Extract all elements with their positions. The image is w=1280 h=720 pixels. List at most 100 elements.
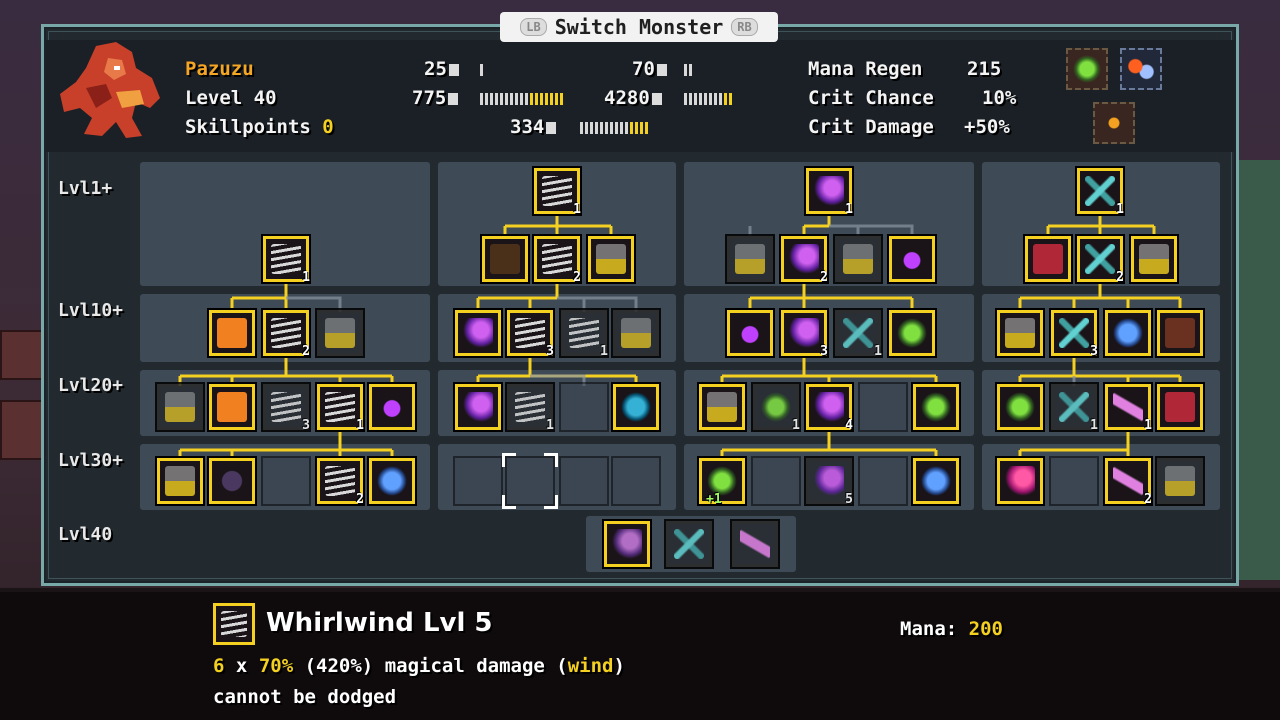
tier-label-1: Lvl1+	[58, 178, 113, 199]
skill-node-c4t2a[interactable]	[997, 310, 1043, 356]
defense-stat: 70	[632, 58, 667, 80]
skill-node-teal-root[interactable]: 1	[1077, 168, 1124, 217]
skill-node-c3t3a[interactable]	[699, 384, 745, 430]
skill-rank: 1	[356, 418, 364, 433]
lb-button-hint[interactable]: LB	[520, 18, 547, 36]
skill-node-c3t1c[interactable]	[835, 236, 881, 282]
skill-node-c3t4a[interactable]: +1	[699, 458, 745, 507]
skill-node-c2t3a[interactable]	[455, 384, 501, 430]
skill-node-c4t1b[interactable]: 2	[1077, 236, 1124, 285]
skill-node-c2t1c[interactable]	[588, 236, 634, 282]
skill-node-c1t3d[interactable]: 1	[317, 384, 364, 433]
skill-node-c4t1a[interactable]	[1025, 236, 1071, 282]
skill-rank: 4	[845, 418, 853, 433]
skill-node-c2t2b[interactable]: 3	[507, 310, 554, 359]
defense-value: 70	[632, 58, 655, 80]
skill-node-c1t2b[interactable]: 2	[263, 310, 310, 359]
skill-rank: 1	[1116, 202, 1124, 217]
skill-node-c4t3c[interactable]: 1	[1105, 384, 1152, 433]
switch-monster-bar[interactable]: LB Switch Monster RB	[500, 12, 778, 42]
skill-node-c1t2a[interactable]	[209, 310, 255, 356]
defense-pips	[684, 64, 692, 76]
skill-node-c4t4d[interactable]	[1157, 458, 1203, 504]
skill-node-c3t4b[interactable]	[753, 458, 799, 504]
skill-node-c2t1b[interactable]: 2	[534, 236, 581, 285]
skill-node-c3t4c[interactable]: 5	[806, 458, 853, 507]
crit-damage-label: Crit Damage	[808, 116, 934, 138]
skill-node-c3t4d[interactable]	[860, 458, 906, 504]
skill-node-c1t4e[interactable]	[369, 458, 415, 504]
skill-node-c1t4a[interactable]	[157, 458, 203, 504]
star-buff-icon[interactable]	[1093, 102, 1135, 144]
tooltip-effect-line: cannot be dodged	[213, 686, 397, 708]
skill-node-c1t3e[interactable]	[369, 384, 415, 430]
skill-node-c3t2d[interactable]	[889, 310, 935, 356]
skill-node-c4t1c[interactable]	[1131, 236, 1177, 282]
skill-node-c4t2d[interactable]	[1157, 310, 1203, 356]
skill-node-c4t3d[interactable]	[1157, 384, 1203, 430]
fire-shield-buff-icon[interactable]	[1120, 48, 1162, 90]
skill-rank: 1	[600, 344, 608, 359]
skill-node-c4t3b[interactable]: 1	[1051, 384, 1098, 433]
tier-label-30: Lvl30+	[58, 450, 124, 471]
skill-node-whirlwind-c1t1[interactable]: 1	[263, 236, 310, 285]
ultimate-node-teal[interactable]	[666, 521, 712, 567]
skill-node-c2t1a[interactable]	[482, 236, 528, 282]
skill-node-c4t4b[interactable]	[1051, 458, 1097, 504]
skillpoints-label: Skillpoints	[185, 116, 311, 138]
skill-node-c1t3c[interactable]: 3	[263, 384, 310, 433]
attack-value: 25	[424, 58, 447, 80]
skill-node-whirlwind-root[interactable]: 1	[534, 168, 581, 217]
tier-label-40: Lvl40	[58, 524, 113, 545]
skill-node-c2t2c[interactable]: 1	[561, 310, 608, 359]
skill-node-c3t1a[interactable]	[727, 236, 773, 282]
potion-icon	[546, 121, 557, 134]
skill-node-c3t4e[interactable]	[913, 458, 959, 504]
skill-rank: 1	[1144, 418, 1152, 433]
skill-node-c2t4a[interactable]	[455, 458, 501, 504]
ultimate-node-shadow[interactable]	[604, 521, 650, 567]
skill-node-c4t4a[interactable]	[997, 458, 1043, 504]
skill-node-c2t4d[interactable]	[613, 458, 659, 504]
skill-rank: 1	[1090, 418, 1098, 433]
staff-icon	[448, 92, 459, 105]
monster-name: Pazuzu	[185, 58, 254, 80]
monster-portrait	[60, 42, 160, 138]
skill-node-c2t3d[interactable]	[613, 384, 659, 430]
skill-rank: 3	[546, 344, 554, 359]
skill-node-c1t4b[interactable]	[209, 458, 255, 504]
skill-node-purple-root[interactable]: 1	[806, 168, 853, 217]
skill-node-c4t4c[interactable]: 2	[1105, 458, 1152, 507]
skill-node-c2t3c[interactable]	[561, 384, 607, 430]
skill-node-c3t1b[interactable]: 2	[781, 236, 828, 285]
skill-node-c2t2a[interactable]	[455, 310, 501, 356]
rb-button-hint[interactable]: RB	[731, 18, 758, 36]
skill-node-c1t3b[interactable]	[209, 384, 255, 430]
skill-node-c4t2c[interactable]	[1105, 310, 1151, 356]
skill-node-c4t3a[interactable]	[997, 384, 1043, 430]
ultimate-node-pink[interactable]	[732, 521, 778, 567]
skill-node-c3t3b[interactable]: 1	[753, 384, 800, 433]
skill-node-c1t3a[interactable]	[157, 384, 203, 430]
skill-node-c2t4c[interactable]	[561, 458, 607, 504]
leaf-buff-icon[interactable]	[1066, 48, 1108, 90]
skill-node-c2t2d[interactable]	[613, 310, 659, 356]
health-value: 4280	[604, 87, 650, 109]
skill-node-c3t2a[interactable]	[727, 310, 773, 356]
skill-node-c3t1d[interactable]	[889, 236, 935, 282]
skill-rank: 2	[356, 492, 364, 507]
skill-rank: 1	[845, 202, 853, 217]
skill-node-c3t2c[interactable]: 1	[835, 310, 882, 359]
skill-node-c1t2c[interactable]	[317, 310, 363, 356]
skill-node-c2t3b[interactable]: 1	[507, 384, 554, 433]
skill-node-c1t4d[interactable]: 2	[317, 458, 364, 507]
magic-pips	[480, 93, 563, 105]
mana-regen-label: Mana Regen	[808, 58, 923, 80]
skill-node-c3t2b[interactable]: 3	[781, 310, 828, 359]
skill-node-c4t2b[interactable]: 3	[1051, 310, 1098, 359]
skill-node-c3t3c[interactable]: 4	[806, 384, 853, 433]
skillpoints-value: 0	[322, 116, 334, 138]
skill-node-c3t3e[interactable]	[913, 384, 959, 430]
skill-node-c3t3d[interactable]	[860, 384, 906, 430]
skill-node-c1t4c[interactable]	[263, 458, 309, 504]
